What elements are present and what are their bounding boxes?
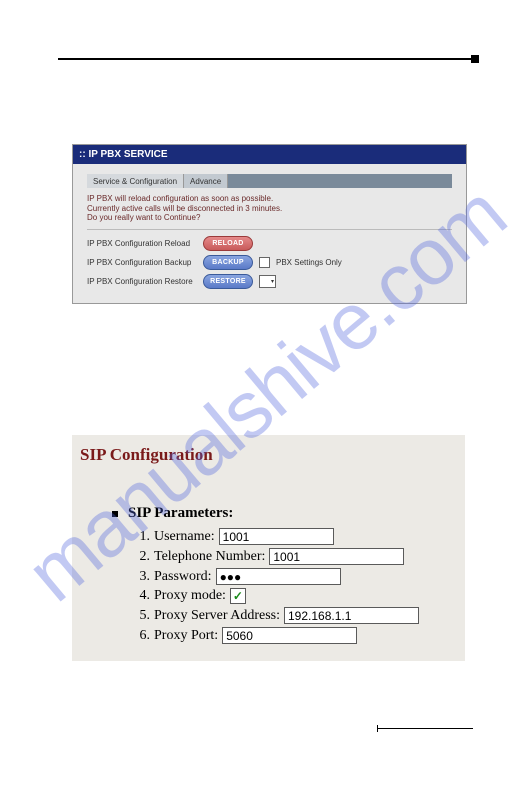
restore-label: IP PBX Configuration Restore [87,277,197,286]
tab-advance[interactable]: Advance [184,174,228,188]
proxy-server-field[interactable]: 192.168.1.1 [284,607,419,624]
param-proxy-mode: 4. Proxy mode: ✓ [132,588,457,604]
param-proxy-port: 6. Proxy Port: 5060 [132,627,457,644]
header-rule [58,58,473,60]
sip-parameters-section: SIP Parameters: 1. Username: 1001 2. Tel… [80,505,457,644]
param-proxy-server: 5. Proxy Server Address: 192.168.1.1 [132,607,457,624]
message-line-2: Currently active calls will be disconnec… [87,204,452,214]
proxy-mode-label: Proxy mode: [154,588,226,604]
param-num: 2. [132,549,150,565]
password-field[interactable]: ●●● [216,568,341,585]
backup-button[interactable]: BACKUP [203,255,253,270]
tab-bar: Service & Configuration Advance [87,174,452,188]
backup-label: IP PBX Configuration Backup [87,258,197,267]
row-reload: IP PBX Configuration Reload RELOAD [87,234,452,253]
panel-title: :: IP PBX SERVICE [73,145,466,164]
tab-service-configuration[interactable]: Service & Configuration [87,174,184,188]
reload-label: IP PBX Configuration Reload [87,239,197,248]
sip-title: SIP Configuration [80,445,457,465]
row-restore: IP PBX Configuration Restore RESTORE ▾ [87,272,452,291]
param-telephone: 2. Telephone Number: 1001 [132,548,457,565]
restore-button[interactable]: RESTORE [203,274,253,289]
pbx-settings-only-label: PBX Settings Only [276,258,342,267]
sip-parameters-header: SIP Parameters: [112,505,457,522]
telephone-field[interactable]: 1001 [269,548,404,565]
proxy-port-field[interactable]: 5060 [222,627,357,644]
username-label: Username: [154,529,215,545]
param-num: 3. [132,569,150,585]
sip-configuration-panel: SIP Configuration SIP Parameters: 1. Use… [72,435,465,661]
param-num: 5. [132,608,150,624]
parameter-list: 1. Username: 1001 2. Telephone Number: 1… [112,528,457,644]
username-field[interactable]: 1001 [219,528,334,545]
param-username: 1. Username: 1001 [132,528,457,545]
sip-parameters-title: SIP Parameters: [128,505,233,522]
password-label: Password: [154,569,212,585]
restore-dropdown[interactable]: ▾ [259,275,276,288]
message-line-1: IP PBX will reload configuration as soon… [87,194,452,204]
param-num: 6. [132,628,150,644]
proxy-server-label: Proxy Server Address: [154,608,280,624]
telephone-label: Telephone Number: [154,549,265,565]
proxy-mode-checkbox[interactable]: ✓ [230,588,246,604]
param-password: 3. Password: ●●● [132,568,457,585]
param-num: 1. [132,529,150,545]
ip-pbx-service-panel: :: IP PBX SERVICE Service & Configuratio… [72,144,467,304]
proxy-port-label: Proxy Port: [154,628,218,644]
reload-button[interactable]: RELOAD [203,236,253,251]
panel-body: Service & Configuration Advance IP PBX w… [73,164,466,303]
bullet-icon [112,511,118,517]
param-num: 4. [132,588,150,604]
footer-rule [378,728,473,729]
warning-message: IP PBX will reload configuration as soon… [87,188,452,230]
row-backup: IP PBX Configuration Backup BACKUP PBX S… [87,253,452,272]
message-line-3: Do you really want to Continue? [87,213,452,223]
pbx-settings-only-checkbox[interactable] [259,257,270,268]
